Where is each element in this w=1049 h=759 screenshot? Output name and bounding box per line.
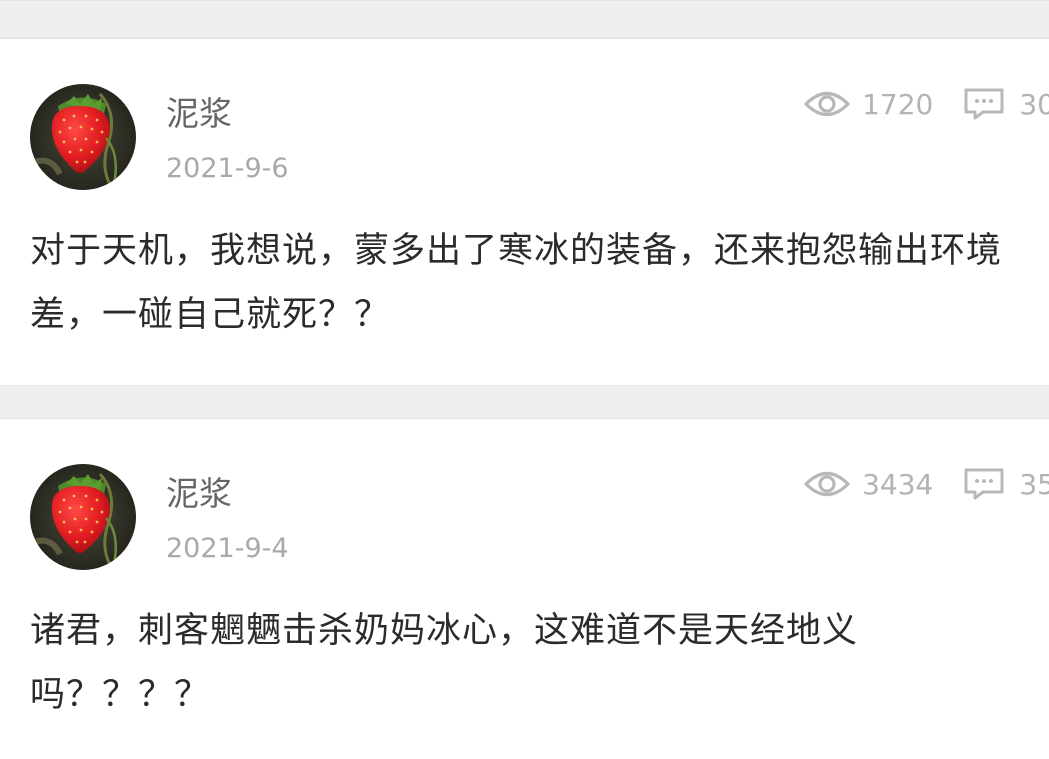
eye-icon [804, 469, 850, 499]
post-card[interactable]: 泥浆 2021-9-6 1720 3 对于天机，我想说，蒙多出了寒冰的装备，还来… [0, 38, 1049, 386]
post-date: 2021-9-4 [166, 533, 289, 564]
strawberry-avatar-image [30, 84, 136, 190]
post-separator [0, 386, 1049, 418]
post-card[interactable]: 泥浆 2021-9-4 3434 3 诸君，刺客魍魉击杀奶妈冰心，这难道不是天经… [0, 418, 1049, 759]
comment-icon [963, 467, 1005, 501]
comment-icon [963, 87, 1005, 121]
views-count: 3434 [862, 467, 934, 501]
post-content[interactable]: 对于天机，我想说，蒙多出了寒冰的装备，还来抱怨输出环境差，一碰自己就死？？ [30, 219, 1020, 347]
strawberry-avatar-image [30, 464, 136, 570]
post-stats: 3434 35 [804, 467, 1049, 501]
views-count: 1720 [862, 87, 934, 121]
comments-count: 30 [1019, 87, 1049, 121]
views-stat[interactable]: 1720 [804, 88, 933, 121]
avatar[interactable] [30, 464, 136, 570]
comments-stat[interactable]: 30 [963, 87, 1049, 121]
author-name[interactable]: 泥浆 [166, 87, 232, 135]
comments-stat[interactable]: 35 [963, 467, 1049, 501]
post-feed: 泥浆 2021-9-6 1720 3 对于天机，我想说，蒙多出了寒冰的装备，还来… [0, 0, 1049, 759]
eye-icon [804, 89, 850, 119]
top-spacer [0, 0, 1049, 38]
comments-count: 35 [1019, 467, 1049, 501]
post-stats: 1720 30 [804, 87, 1049, 121]
views-stat[interactable]: 3434 [804, 468, 933, 501]
avatar[interactable] [30, 84, 136, 190]
post-content[interactable]: 诸君，刺客魍魉击杀奶妈冰心，这难道不是天经地义吗？？？？ [30, 599, 1020, 727]
author-name[interactable]: 泥浆 [166, 467, 232, 515]
post-date: 2021-9-6 [166, 153, 289, 184]
